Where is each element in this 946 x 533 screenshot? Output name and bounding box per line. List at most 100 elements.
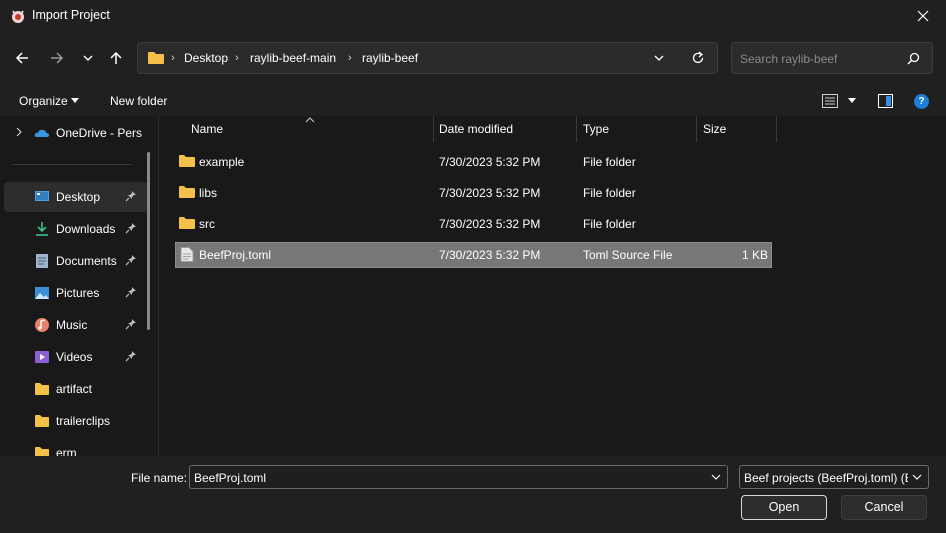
navigation-pane: OneDrive - Pers Desktop Downloads Docume… [0, 116, 158, 456]
sidebar-item-label: trailerclips [56, 414, 111, 428]
title-bar: Import Project [0, 0, 946, 32]
file-name: example [199, 155, 245, 169]
file-row-beefproj-toml[interactable]: BeefProj.toml 7/30/2023 5:32 PM Toml Sou… [175, 242, 772, 268]
sidebar-item-label: Downloads [56, 222, 116, 236]
breadcrumb-raylib-beef[interactable]: raylib-beef [362, 51, 418, 65]
file-type-value: Beef projects (BeefProj.toml) (B [744, 471, 908, 485]
forward-button[interactable] [45, 46, 69, 70]
file-row-libs[interactable]: libs 7/30/2023 5:32 PM File folder [175, 180, 772, 206]
close-button[interactable] [900, 0, 946, 32]
view-options-icon[interactable] [822, 94, 838, 108]
up-button[interactable] [104, 46, 128, 70]
sidebar-item-onedrive[interactable]: OneDrive - Pers [4, 118, 148, 148]
folder-icon [35, 383, 49, 395]
file-type: File folder [583, 155, 636, 169]
file-type-select[interactable]: Beef projects (BeefProj.toml) (B [739, 465, 929, 489]
onedrive-icon [34, 129, 49, 137]
search-placeholder: Search raylib-beef [740, 52, 838, 66]
search-input[interactable]: Search raylib-beef [731, 42, 933, 74]
music-icon [35, 318, 49, 332]
pin-icon[interactable] [125, 190, 137, 202]
address-bar[interactable]: › Desktop › raylib-beef-main › raylib-be… [137, 42, 718, 74]
column-divider[interactable] [433, 116, 434, 142]
beef-logo-icon [12, 10, 24, 23]
chevron-down-icon [912, 474, 922, 480]
arrow-up-icon [110, 51, 122, 64]
column-divider[interactable] [696, 116, 697, 142]
column-header-type[interactable]: Type [583, 122, 609, 136]
file-row-example[interactable]: example 7/30/2023 5:32 PM File folder [175, 149, 772, 175]
recent-locations-button[interactable] [76, 46, 100, 70]
sidebar-item-trailerclips[interactable]: trailerclips [4, 406, 148, 436]
folder-icon [35, 415, 49, 427]
chevron-down-icon [83, 55, 93, 61]
desktop-icon [35, 191, 49, 201]
file-size: 1 KB [741, 248, 768, 262]
sidebar-item-label: Videos [56, 350, 93, 364]
sidebar-item-downloads[interactable]: Downloads [4, 214, 148, 244]
column-header-name[interactable]: Name [191, 122, 223, 136]
documents-icon [36, 254, 48, 268]
sidebar-item-label: Documents [56, 254, 117, 268]
preview-pane-icon[interactable] [878, 94, 893, 108]
organize-button[interactable]: Organize [19, 94, 68, 108]
chevron-down-icon[interactable] [711, 473, 721, 481]
folder-icon [179, 155, 195, 167]
file-type: Toml Source File [583, 248, 673, 262]
column-header-date[interactable]: Date modified [439, 122, 513, 136]
file-date: 7/30/2023 5:32 PM [439, 155, 541, 169]
sidebar-item-label: OneDrive - Pers [56, 126, 143, 140]
file-name: libs [199, 186, 218, 200]
window-title: Import Project [32, 8, 110, 22]
sort-ascending-icon [305, 117, 315, 123]
pin-icon[interactable] [125, 350, 137, 362]
column-divider[interactable] [776, 116, 777, 142]
folder-icon [35, 447, 49, 456]
sidebar-item-documents[interactable]: Documents [4, 246, 148, 276]
breadcrumb-raylib-beef-main[interactable]: raylib-beef-main [250, 51, 336, 65]
sidebar-item-videos[interactable]: Videos [4, 342, 148, 372]
file-date: 7/30/2023 5:32 PM [439, 248, 541, 262]
pictures-icon [35, 287, 49, 299]
pin-icon[interactable] [125, 254, 137, 266]
sidebar-item-artifact[interactable]: artifact [4, 374, 148, 404]
sidebar-item-music[interactable]: Music [4, 310, 148, 340]
help-button[interactable]: ? [914, 94, 929, 109]
chevron-right-icon[interactable] [15, 127, 23, 137]
sidebar-item-label: Desktop [56, 190, 101, 204]
breadcrumb-desktop[interactable]: Desktop [184, 51, 228, 65]
command-bar: Organize New folder ? [0, 86, 946, 116]
caret-down-icon[interactable] [848, 98, 856, 103]
column-divider[interactable] [576, 116, 577, 142]
file-name-label: File name: [131, 471, 188, 485]
download-icon [36, 222, 48, 236]
sidebar-item-erm[interactable]: erm [4, 438, 148, 456]
file-name: src [199, 217, 215, 231]
file-date: 7/30/2023 5:32 PM [439, 217, 541, 231]
open-button[interactable]: Open [741, 495, 827, 520]
chevron-down-icon[interactable] [653, 52, 665, 64]
new-folder-button[interactable]: New folder [110, 94, 167, 108]
sidebar-divider [12, 164, 132, 165]
pin-icon[interactable] [125, 318, 137, 330]
pin-icon[interactable] [125, 286, 137, 298]
sidebar-item-pictures[interactable]: Pictures [4, 278, 148, 308]
cancel-button[interactable]: Cancel [841, 495, 927, 520]
file-date: 7/30/2023 5:32 PM [439, 186, 541, 200]
file-name-input[interactable]: BeefProj.toml [189, 465, 728, 489]
sidebar-item-label: erm [56, 446, 77, 456]
file-row-src[interactable]: src 7/30/2023 5:32 PM File folder [175, 211, 772, 237]
folder-icon [179, 217, 195, 229]
file-icon [180, 247, 194, 262]
file-name: BeefProj.toml [199, 248, 272, 262]
folder-icon [148, 52, 164, 64]
sidebar-item-label: artifact [56, 382, 93, 396]
back-button[interactable] [10, 46, 34, 70]
column-header-size[interactable]: Size [703, 122, 726, 136]
refresh-icon[interactable] [691, 51, 705, 65]
sidebar-scrollbar[interactable] [147, 152, 150, 330]
file-type: File folder [583, 186, 636, 200]
sidebar-item-desktop[interactable]: Desktop [4, 182, 148, 212]
videos-icon [35, 351, 49, 363]
pin-icon[interactable] [125, 222, 137, 234]
